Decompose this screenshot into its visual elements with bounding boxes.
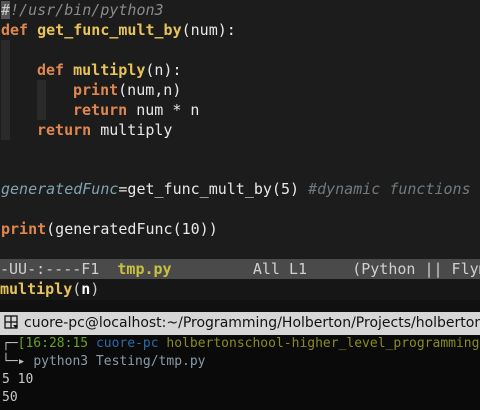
prompt-arrow-icon: └─▸ (2, 354, 34, 369)
code-line: #!/usr/bin/python3 (1, 0, 164, 20)
indent-guide (37, 80, 46, 120)
keyword: return (37, 121, 92, 139)
code-line: def multiply(n): (37, 60, 182, 80)
terminal-menu-icon[interactable] (4, 315, 18, 329)
terminal-title: cuore-pc@localhost:~/Programming/Holbert… (24, 315, 480, 331)
keyword: print (1, 220, 47, 238)
code-text: (num,n) (118, 81, 182, 99)
window-gap (0, 300, 480, 312)
code-line: print(generatedFunc(10)) (1, 219, 218, 239)
prompt-corner: ┌─ (2, 336, 18, 351)
minibuffer: multiply(n) (0, 279, 480, 300)
keyword: def (1, 21, 29, 39)
function-name: get_func_mult_by (37, 21, 182, 39)
command: python3 Testing/tmp.py (33, 354, 206, 369)
prompt-time: [16:28:15 (17, 336, 89, 351)
emacs-editor[interactable]: #!/usr/bin/python3 def get_func_mult_by(… (0, 0, 480, 259)
command-line: └─▸ python3 Testing/tmp.py (2, 353, 206, 371)
eldoc-function: multiply (0, 280, 73, 298)
prompt-user: cuore-pc (95, 336, 159, 351)
function-name: multiply (73, 61, 146, 79)
code-text: multiply (91, 121, 173, 139)
comment: #dynamic functions (308, 180, 471, 198)
code-text: (n): (145, 61, 182, 79)
major-mode: (Python || Flym (352, 260, 480, 278)
code-line: generatedFunc=get_func_mult_by(5) #dynam… (1, 179, 471, 199)
buffer-status: -UU-:----F1 (0, 260, 118, 278)
paren: ) (90, 280, 100, 298)
prompt-line: ┌─[16:28:15 cuore-pc holbertonschool-hig… (2, 335, 479, 353)
eldoc-arg: n (81, 280, 91, 298)
prompt-directory: holbertonschool-higher_level_programming (166, 336, 480, 351)
mode-line: -UU-:----F1 tmp.py All L1 (Python || Fly… (0, 259, 480, 279)
code-line: print(num,n) (73, 80, 181, 100)
keyword: def (37, 61, 65, 79)
variable: generatedFunc (1, 180, 119, 198)
indent-guide (1, 40, 10, 140)
keyword: print (73, 81, 119, 99)
terminal[interactable]: ┌─[16:28:15 cuore-pc holbertonschool-hig… (0, 335, 480, 410)
terminal-title-bar[interactable]: cuore-pc@localhost:~/Programming/Holbert… (0, 312, 480, 335)
shebang: !/usr/bin/python3 (10, 1, 164, 19)
buffer-position: All L1 (171, 260, 353, 278)
buffer-filename: tmp.py (117, 260, 172, 278)
code-text: (num): (181, 21, 236, 39)
code-line: return num * n (73, 100, 199, 120)
keyword: return (73, 101, 128, 119)
code-text: num * n (127, 101, 200, 119)
code-text: (generatedFunc(10)) (46, 220, 218, 238)
output-line: 5 10 (2, 372, 34, 387)
output-line: 50 (2, 390, 18, 405)
code-line: def get_func_mult_by(num): (1, 20, 236, 40)
code-text: =get_func_mult_by(5) (118, 180, 309, 198)
paren: ( (72, 280, 82, 298)
code-line: return multiply (37, 120, 172, 140)
text-cursor: # (1, 1, 11, 19)
